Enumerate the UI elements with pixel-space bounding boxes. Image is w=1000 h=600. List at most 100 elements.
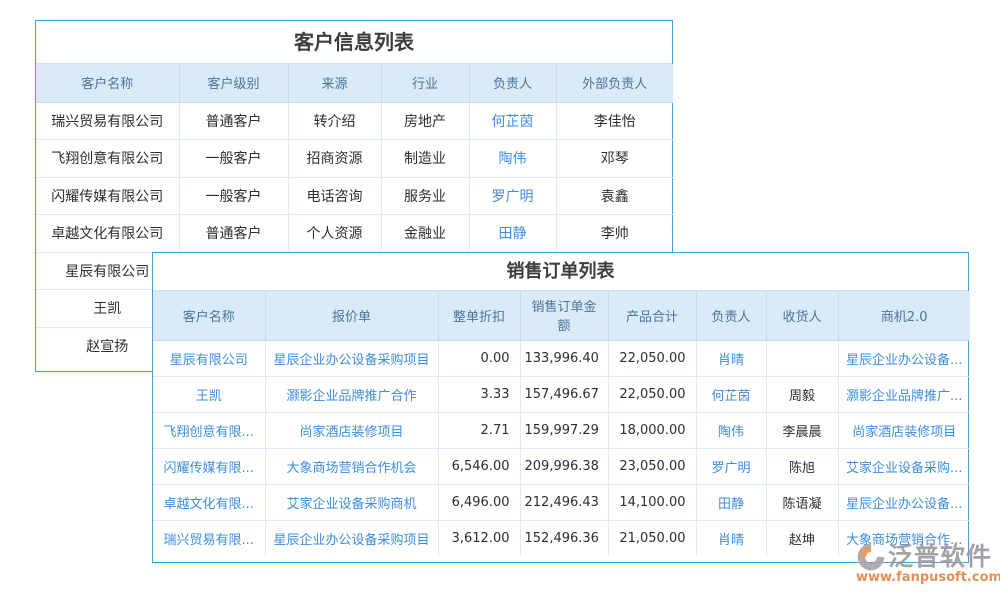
table-cell: 157,496.67 [520,376,608,412]
table-cell: 3.33 [438,376,520,412]
link-cell[interactable]: 田静 [696,484,766,520]
header-row: 客户名称客户级别来源行业负责人外部负责人 [36,64,673,102]
table-cell: 一般客户 [179,177,288,215]
order-table-title: 销售订单列表 [153,253,968,291]
link-cell[interactable]: 田静 [469,215,556,253]
column-header: 商机2.0 [838,291,970,340]
link-cell[interactable]: 陶伟 [696,412,766,448]
sales-order-table: 客户名称报价单整单折扣销售订单金额产品合计负责人收货人商机2.0星辰有限公司星辰… [153,291,970,556]
table-row: 闪耀传媒有限...大象商场营销合作机会6,546.00209,996.3823,… [153,448,970,484]
table-cell: 卓越文化有限公司 [36,215,179,253]
table-cell: 赵坤 [766,520,838,556]
column-header: 外部负责人 [556,64,673,102]
table-row: 王凯灏影企业品牌推广合作3.33157,496.6722,050.00何芷茵周毅… [153,376,970,412]
table-cell: 209,996.38 [520,448,608,484]
table-cell: 李佳怡 [556,102,673,140]
column-header: 客户名称 [36,64,179,102]
table-cell: 招商资源 [288,140,381,178]
table-cell: 2.71 [438,412,520,448]
link-cell[interactable]: 肖晴 [696,520,766,556]
table-cell: 普通客户 [179,102,288,140]
link-cell[interactable]: 星辰企业办公设备采购项目 [265,340,438,376]
column-header: 销售订单金额 [520,291,608,340]
table-row: 星辰有限公司星辰企业办公设备采购项目0.00133,996.4022,050.0… [153,340,970,376]
table-cell: 一般客户 [179,140,288,178]
column-header: 负责人 [696,291,766,340]
link-cell[interactable]: 何芷茵 [696,376,766,412]
table-cell: 制造业 [381,140,469,178]
column-header: 负责人 [469,64,556,102]
column-header: 产品合计 [608,291,696,340]
column-header: 行业 [381,64,469,102]
fanpu-watermark: 泛普软件 www.fanpusoft.com [856,542,1000,585]
link-cell[interactable]: 星辰企业办公设备... [838,340,970,376]
link-cell[interactable]: 星辰企业办公设备... [838,484,970,520]
table-cell: 瑞兴贸易有限公司 [36,102,179,140]
link-cell[interactable]: 尚家酒店装修项目 [265,412,438,448]
table-cell: 陈语凝 [766,484,838,520]
link-cell[interactable]: 卓越文化有限... [153,484,265,520]
table-cell: 邓琴 [556,140,673,178]
table-cell: 133,996.40 [520,340,608,376]
fanpu-brand-text: 泛普软件 [888,542,992,572]
table-cell: 电话咨询 [288,177,381,215]
table-row: 瑞兴贸易有限公司普通客户转介绍房地产何芷茵李佳怡 [36,102,673,140]
column-header: 客户级别 [179,64,288,102]
sales-order-table-panel: 销售订单列表 客户名称报价单整单折扣销售订单金额产品合计负责人收货人商机2.0星… [152,252,969,563]
customer-table-title: 客户信息列表 [36,21,672,64]
table-cell: 飞翔创意有限公司 [36,140,179,178]
table-cell: 陈旭 [766,448,838,484]
table-cell: 李帅 [556,215,673,253]
table-cell: 普通客户 [179,215,288,253]
table-row: 瑞兴贸易有限...星辰企业办公设备采购项目3,612.00152,496.362… [153,520,970,556]
table-cell: 14,100.00 [608,484,696,520]
table-row: 飞翔创意有限公司一般客户招商资源制造业陶伟邓琴 [36,140,673,178]
link-cell[interactable]: 艾家企业设备采购商机 [265,484,438,520]
link-cell[interactable]: 灏影企业品牌推广合作 [265,376,438,412]
link-cell[interactable]: 何芷茵 [469,102,556,140]
table-cell: 周毅 [766,376,838,412]
table-cell: 152,496.36 [520,520,608,556]
table-cell: 3,612.00 [438,520,520,556]
fanpu-url-text: www.fanpusoft.com [856,570,1000,585]
table-cell: 21,050.00 [608,520,696,556]
column-header: 报价单 [265,291,438,340]
link-cell[interactable]: 瑞兴贸易有限... [153,520,265,556]
table-cell: 23,050.00 [608,448,696,484]
table-cell: 6,546.00 [438,448,520,484]
link-cell[interactable]: 星辰企业办公设备采购项目 [265,520,438,556]
table-cell: 0.00 [438,340,520,376]
link-cell[interactable]: 灏影企业品牌推广... [838,376,970,412]
table-cell: 房地产 [381,102,469,140]
link-cell[interactable]: 罗广明 [696,448,766,484]
table-cell [766,340,838,376]
link-cell[interactable]: 陶伟 [469,140,556,178]
link-cell[interactable]: 罗广明 [469,177,556,215]
table-cell: 金融业 [381,215,469,253]
fanpu-logo-icon [856,542,886,572]
table-cell: 闪耀传媒有限公司 [36,177,179,215]
column-header: 来源 [288,64,381,102]
link-cell[interactable]: 尚家酒店装修项目 [838,412,970,448]
column-header: 客户名称 [153,291,265,340]
link-cell[interactable]: 星辰有限公司 [153,340,265,376]
link-cell[interactable]: 大象商场营销合作机会 [265,448,438,484]
table-row: 飞翔创意有限...尚家酒店装修项目2.71159,997.2918,000.00… [153,412,970,448]
table-cell: 个人资源 [288,215,381,253]
table-cell: 转介绍 [288,102,381,140]
table-cell: 18,000.00 [608,412,696,448]
link-cell[interactable]: 艾家企业设备采购... [838,448,970,484]
table-row: 闪耀传媒有限公司一般客户电话咨询服务业罗广明袁鑫 [36,177,673,215]
table-cell: 6,496.00 [438,484,520,520]
link-cell[interactable]: 王凯 [153,376,265,412]
link-cell[interactable]: 肖晴 [696,340,766,376]
link-cell[interactable]: 闪耀传媒有限... [153,448,265,484]
table-cell: 服务业 [381,177,469,215]
table-cell: 袁鑫 [556,177,673,215]
column-header: 整单折扣 [438,291,520,340]
table-cell: 李晨晨 [766,412,838,448]
table-cell: 22,050.00 [608,376,696,412]
table-row: 卓越文化有限公司普通客户个人资源金融业田静李帅 [36,215,673,253]
link-cell[interactable]: 飞翔创意有限... [153,412,265,448]
table-cell: 212,496.43 [520,484,608,520]
